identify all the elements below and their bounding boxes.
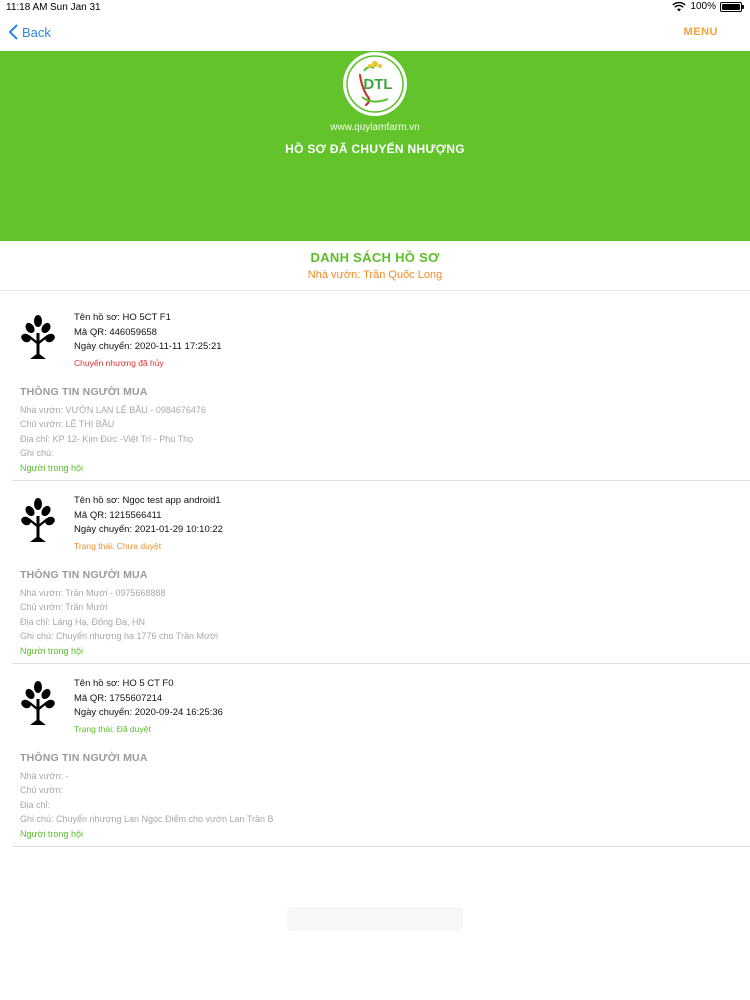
divider [12,663,750,664]
status-date: Sun Jan 31 [50,2,101,13]
status-badge: Trạng thái: Chưa duyệt [74,540,162,551]
tree-icon [21,681,55,725]
tree-icon [21,315,55,359]
record-date: Ngày chuyển: 2021-01-29 10:10:22 [74,524,223,535]
record-item[interactable]: Tên hồ sơ: HO 5 CT F0 Mã QR: 1755607214 … [12,671,750,846]
back-label: Back [22,24,51,40]
battery-icon [720,1,744,12]
record-name: Tên hồ sơ: HO 5 CT F0 [74,678,174,689]
buyer-owner: Chủ vườn: LÊ THỊ BẦU [20,419,115,429]
record-info: Tên hồ sơ: Ngọc test app android1 Mã QR:… [74,494,223,553]
buyer-heading: THÔNG TIN NGƯỜI MUA [20,752,148,764]
chevron-left-icon [9,24,18,40]
status-badge: Chuyển nhượng đã hủy [74,357,164,368]
buyer-heading: THÔNG TIN NGƯỜI MUA [20,386,148,398]
page-title: HỒ SƠ ĐÃ CHUYỂN NHƯỢNG [285,142,465,156]
wifi-icon [672,1,687,11]
status-badge: Trạng thái: Đã duyệt [74,723,151,734]
hero-banner: DTL . www.quylamfarm.vn HỒ SƠ ĐÃ CHUYỂN … [0,51,750,241]
buyer-note: Ghi chú: [20,448,54,458]
buyer-heading: THÔNG TIN NGƯỜI MUA [20,569,148,581]
record-qr: Mã QR: 446059658 [74,326,157,338]
site-url: www.quylamfarm.vn [330,122,420,133]
status-right: 100% [672,1,744,12]
buyer-note: Ghi chú: Chuyển nhượng Lan Ngọc Điểm cho… [20,814,274,824]
buyer-info: THÔNG TIN NGƯỜI MUA Nhà vườn: VƯỜN LAN L… [20,385,206,475]
logo-text: DTL [363,76,392,93]
list-title: DANH SÁCH HỒ SƠ [310,250,440,265]
buyer-note: Ghi chú: Chuyển nhượng ha 1776 cho Trần … [20,631,218,641]
record-info: Tên hồ sơ: HO 5 CT F0 Mã QR: 1755607214 … [74,677,223,736]
record-date: Ngày chuyển: 2020-11-11 17:25:21 [74,341,222,352]
record-item[interactable]: Tên hồ sơ: Ngọc test app android1 Mã QR:… [12,488,750,663]
buyer-garden: Nhà vườn: Trần Mười - 0975668888 [20,587,166,598]
buyer-garden: Nhà vườn: - [20,770,69,781]
record-qr: Mã QR: 1755607214 [74,692,163,704]
record-name: Tên hồ sơ: HO 5CT F1 [74,312,171,323]
buyer-address: Địa chỉ: KP 12- Kim Đức -Việt Trì - Phú … [20,433,194,444]
buyer-address: Địa chỉ: [20,799,51,810]
dtl-logo: DTL . [343,52,407,116]
tree-icon [21,498,55,542]
record-qr: Mã QR: 1215566411 [74,509,162,521]
record-item[interactable]: Tên hồ sơ: HO 5CT F1 Mã QR: 446059658 Ng… [12,305,750,480]
divider [12,846,750,847]
status-bar: 11:18 AM Sun Jan 31 100% [0,0,750,16]
back-button[interactable]: Back [8,24,51,40]
status-time: 11:18 AM [6,2,48,13]
record-info: Tên hồ sơ: HO 5CT F1 Mã QR: 446059658 Ng… [74,311,222,370]
buyer-address: Địa chỉ: Láng Hạ, Đống Đa, HN [20,616,146,627]
battery-percent: 100% [690,1,716,12]
list-header: DANH SÁCH HỒ SƠ Nhà vườn: Trần Quốc Long [0,250,750,281]
divider [12,480,750,481]
buyer-info: THÔNG TIN NGƯỜI MUA Nhà vườn: - Chủ vườn… [20,751,274,841]
record-name: Tên hồ sơ: Ngọc test app android1 [74,495,221,506]
buyer-tag: Người trong hội [20,462,83,473]
menu-button[interactable]: MENU [684,26,718,38]
record-date: Ngày chuyển: 2020-09-24 16:25:36 [74,707,223,718]
buyer-garden: Nhà vườn: VƯỜN LAN LỆ BẦU - 0984676476 [20,404,206,415]
buyer-tag: Người trong hội [20,828,83,839]
buyer-owner: Chủ vườn: [20,785,63,795]
buyer-owner: Chủ vườn: Trần Mười [20,602,108,612]
buyer-info: THÔNG TIN NGƯỜI MUA Nhà vườn: Trần Mười … [20,568,218,658]
divider [0,290,750,291]
faint-bar [287,907,463,931]
list-subtitle: Nhà vườn: Trần Quốc Long [307,269,443,281]
buyer-tag: Người trong hội [20,645,83,656]
nav-bar: Back MENU [0,16,750,51]
